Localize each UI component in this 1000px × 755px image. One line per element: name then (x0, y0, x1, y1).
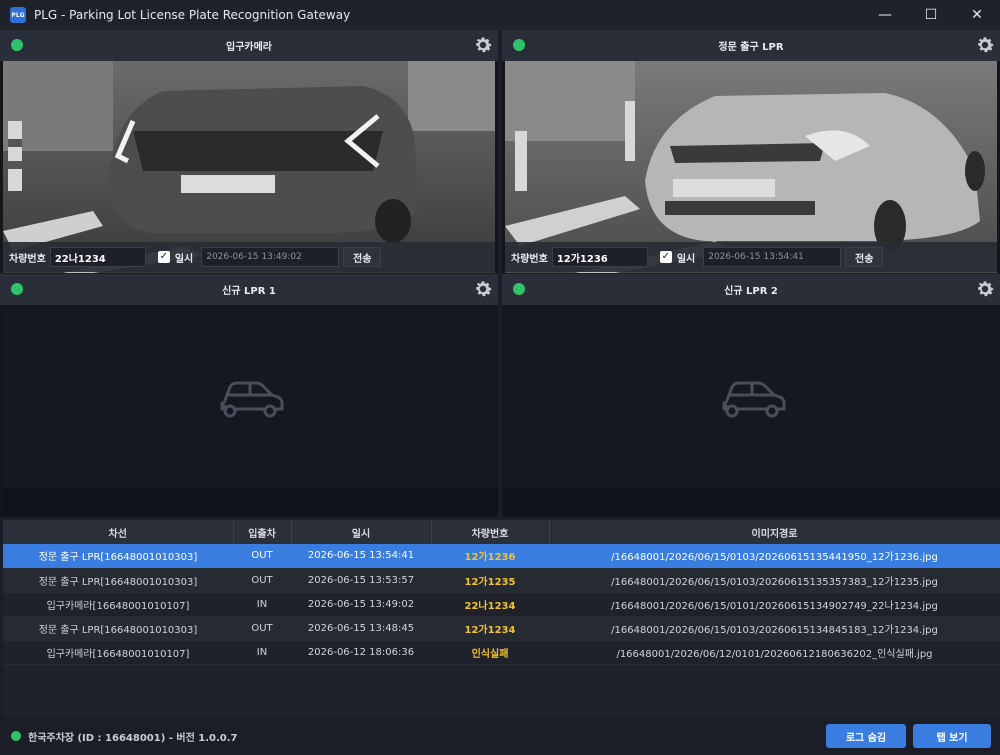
cell-image-path: /16648001/2026/06/15/0101/20260615134902… (549, 592, 1000, 617)
plate-control-bar: 차량번호 12가1236 ✓ 일시 2026-06-15 13:54:41 전송 (505, 242, 997, 272)
panel-title: 입구카메라 (226, 42, 272, 53)
minimize-button[interactable]: — (862, 0, 908, 30)
connection-status-indicator (11, 731, 21, 741)
column-header-lane[interactable]: 차선 (3, 520, 234, 544)
close-button[interactable]: ✕ (954, 0, 1000, 30)
empty-feed (505, 305, 1000, 488)
column-header-plate[interactable]: 차량번호 (431, 520, 550, 544)
panel-header: 신규 LPR 2 (502, 274, 1000, 305)
empty-control-strip (3, 488, 498, 517)
table-row[interactable]: 정문 출구 LPR[16648001010303] OUT 2026-06-15… (3, 544, 1000, 569)
panel-title: 신규 LPR 1 (222, 286, 276, 297)
title-bar: PLG PLG - Parking Lot License Plate Reco… (0, 0, 1000, 30)
column-header-direction[interactable]: 입출차 (233, 520, 292, 544)
cell-image-path: /16648001/2026/06/15/0103/20260615135441… (549, 544, 1000, 569)
cell-plate: 인식실패 (431, 640, 549, 665)
plate-label: 차량번호 (511, 253, 548, 265)
cell-direction: OUT (233, 568, 291, 593)
plate-label: 차량번호 (9, 253, 46, 265)
cell-lane: 입구카메라[16648001010107] (3, 592, 233, 617)
gear-icon[interactable] (974, 34, 996, 56)
panel-header: 정문 출구 LPR (502, 30, 1000, 61)
cell-datetime: 2026-06-15 13:48:45 (291, 616, 431, 641)
checkbox-checked-icon[interactable]: ✓ (659, 251, 672, 263)
plate-number-input[interactable]: 12가1236 (551, 247, 648, 267)
cell-image-path: /16648001/2026/06/12/0101/20260612180636… (549, 640, 1000, 665)
table-row[interactable]: 정문 출구 LPR[16648001010303] OUT 2026-06-15… (3, 616, 1000, 641)
app-logo-icon: PLG (10, 7, 26, 23)
cell-plate: 12가1236 (431, 544, 549, 569)
cell-datetime: 2026-06-12 18:06:36 (291, 640, 431, 665)
cell-lane: 정문 출구 LPR[16648001010303] (3, 616, 233, 641)
panel-header: 신규 LPR 1 (0, 274, 498, 305)
cell-lane: 입구카메라[16648001010107] (3, 640, 233, 665)
camera-panel-new-lpr-2: 신규 LPR 2 (502, 274, 1000, 517)
send-button[interactable]: 전송 (845, 247, 884, 267)
app-window: PLG PLG - Parking Lot License Plate Reco… (0, 0, 1000, 755)
table-row[interactable]: 정문 출구 LPR[16648001010303] OUT 2026-06-15… (3, 568, 1000, 593)
tab-view-button[interactable]: 탭 보기 (913, 724, 991, 748)
panel-title: 신규 LPR 2 (724, 286, 778, 297)
maximize-button[interactable]: ☐ (908, 0, 954, 30)
camera-panel-new-lpr-1: 신규 LPR 1 (0, 274, 498, 517)
table-row[interactable]: 입구카메라[16648001010107] IN 2026-06-15 13:4… (3, 592, 1000, 617)
checkbox-checked-icon[interactable]: ✓ (157, 251, 170, 263)
cell-image-path: /16648001/2026/06/15/0103/20260615135357… (549, 568, 1000, 593)
panel-header: 입구카메라 (0, 30, 498, 61)
datetime-check-label: 일시 (174, 253, 194, 265)
column-header-image-path[interactable]: 이미지경로 (549, 520, 1000, 544)
status-bar: 한국주차장 (ID : 16648001) - 버전 1.0.0.7 로그 숨김… (0, 717, 1000, 755)
cell-plate: 12가1234 (431, 616, 549, 641)
hide-log-button[interactable]: 로그 숨김 (826, 724, 906, 748)
gear-icon[interactable] (472, 34, 494, 56)
empty-control-strip (505, 488, 1000, 517)
empty-feed (3, 305, 498, 488)
cell-lane: 정문 출구 LPR[16648001010303] (3, 568, 233, 593)
panel-title: 정문 출구 LPR (718, 42, 784, 53)
plate-number-input[interactable]: 22나1234 (49, 247, 146, 267)
table-header-row: 차선 입출차 일시 차량번호 이미지경로 (3, 520, 1000, 544)
cell-direction: IN (233, 640, 291, 665)
cell-datetime: 2026-06-15 13:49:02 (291, 592, 431, 617)
cell-plate: 22나1234 (431, 592, 549, 617)
window-controls: — ☐ ✕ (862, 0, 1000, 30)
datetime-check-label: 일시 (676, 253, 696, 265)
recognition-log-table: 차선 입출차 일시 차량번호 이미지경로 정문 출구 LPR[166480010… (3, 520, 1000, 717)
cell-datetime: 2026-06-15 13:54:41 (291, 544, 431, 569)
gear-icon[interactable] (472, 278, 494, 300)
column-header-datetime[interactable]: 일시 (291, 520, 432, 544)
send-button[interactable]: 전송 (343, 247, 382, 267)
camera-panel-main-exit: 정문 출구 LPR 차량번호 12가1236 ✓ 일시 2026-06-15 1… (502, 30, 1000, 273)
cell-lane: 정문 출구 LPR[16648001010303] (3, 544, 233, 569)
plate-control-bar: 차량번호 22나1234 ✓ 일시 2026-06-15 13:49:02 전송 (3, 242, 495, 272)
cell-direction: OUT (233, 616, 291, 641)
gear-icon[interactable] (974, 278, 996, 300)
cell-datetime: 2026-06-15 13:53:57 (291, 568, 431, 593)
window-title: PLG - Parking Lot License Plate Recognit… (34, 8, 351, 22)
cell-image-path: /16648001/2026/06/15/0103/20260615134845… (549, 616, 1000, 641)
cell-direction: OUT (233, 544, 291, 569)
datetime-input[interactable]: 2026-06-15 13:49:02 (201, 247, 340, 267)
camera-panel-entrance: 입구카메라 차량번호 22나1234 ✓ 일시 2026-06-15 13:49… (0, 30, 498, 273)
car-placeholder-icon (722, 381, 785, 417)
site-info-text: 한국주차장 (ID : 16648001) - 버전 1.0.0.7 (28, 733, 238, 744)
table-row[interactable]: 입구카메라[16648001010107] IN 2026-06-12 18:0… (3, 640, 1000, 665)
car-placeholder-icon (220, 381, 283, 417)
datetime-input[interactable]: 2026-06-15 13:54:41 (703, 247, 842, 267)
cell-direction: IN (233, 592, 291, 617)
cell-plate: 12가1235 (431, 568, 549, 593)
